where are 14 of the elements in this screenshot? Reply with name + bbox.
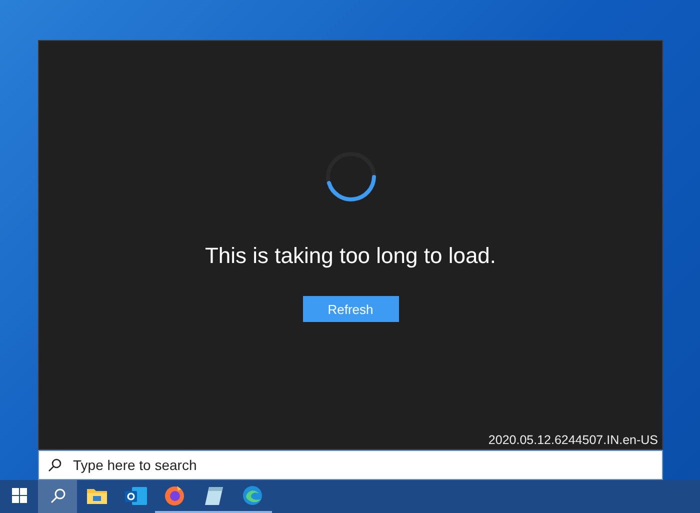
folder-icon (86, 487, 106, 504)
search-icon (50, 488, 66, 504)
notepad-icon (204, 486, 224, 506)
search-field[interactable]: Type here to search (38, 450, 663, 480)
error-message: This is taking too long to load. (204, 243, 496, 269)
windows-logo-icon (12, 488, 26, 503)
fox-browser-icon (164, 485, 185, 506)
taskbar-button[interactable] (38, 480, 77, 513)
loading-spinner-icon (324, 151, 376, 203)
refresh-button[interactable]: Refresh (302, 296, 398, 322)
browser-icon (242, 485, 263, 506)
version-label: 2020.05.12.6244507.IN.en-US (488, 433, 658, 447)
search-icon (48, 458, 62, 472)
mail-app-icon (124, 486, 146, 506)
